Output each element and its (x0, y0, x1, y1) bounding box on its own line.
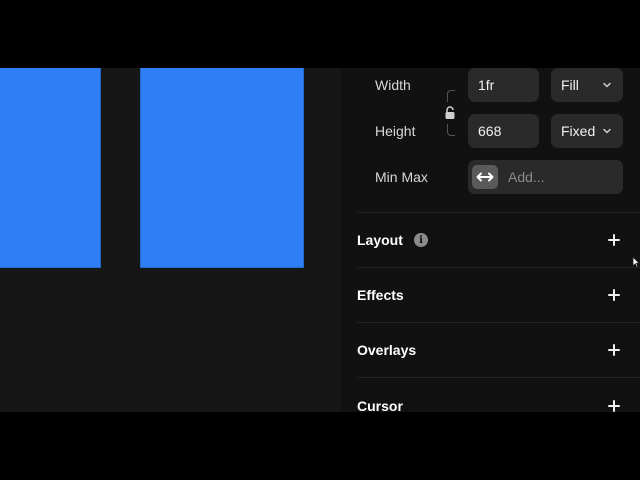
section-title-overlays: Overlays (357, 342, 417, 358)
section-title-cursor: Cursor (357, 398, 403, 412)
add-layout-plus-icon[interactable] (607, 233, 621, 247)
lock-icon[interactable] (444, 106, 456, 120)
height-value: 668 (478, 123, 502, 139)
section-overlays[interactable]: Overlays (341, 323, 640, 377)
canvas-frame-selected[interactable] (140, 68, 304, 268)
app-viewport: Width 1fr Fill Height 668 Fixed Min Max (0, 68, 640, 412)
letterbox-bottom (0, 412, 640, 480)
minmax-label: Min Max (375, 169, 428, 185)
width-input[interactable]: 1fr (468, 68, 539, 102)
add-overlays-plus-icon[interactable] (607, 343, 621, 357)
letterbox-top (0, 0, 640, 68)
canvas-frame-left[interactable] (0, 68, 101, 268)
height-label: Height (375, 123, 416, 139)
section-title-layout: Layout (357, 232, 403, 248)
chevron-down-icon (603, 128, 611, 134)
width-value: 1fr (478, 77, 495, 93)
section-title-effects: Effects (357, 287, 404, 303)
chevron-down-icon (603, 82, 611, 88)
properties-panel: Width 1fr Fill Height 668 Fixed Min Max (341, 68, 640, 412)
height-mode-value: Fixed (561, 123, 596, 139)
info-icon[interactable]: i (414, 233, 428, 247)
aspect-link-bottom (447, 124, 455, 136)
height-mode-select[interactable]: Fixed (551, 114, 623, 148)
add-cursor-plus-icon[interactable] (607, 399, 621, 412)
width-mode-value: Fill (561, 77, 579, 93)
minmax-field[interactable]: Add... (468, 160, 623, 194)
arrows-horizontal-icon (476, 172, 494, 182)
minmax-placeholder: Add... (508, 169, 545, 185)
aspect-link-top (447, 90, 455, 102)
section-cursor[interactable]: Cursor (341, 378, 640, 412)
section-layout[interactable]: Layout i (341, 213, 640, 267)
section-effects[interactable]: Effects (341, 268, 640, 322)
mouse-pointer-icon (632, 256, 640, 268)
design-canvas[interactable] (0, 68, 341, 412)
add-effects-plus-icon[interactable] (607, 288, 621, 302)
width-label: Width (375, 77, 411, 93)
minmax-add-button[interactable] (472, 165, 498, 189)
width-mode-select[interactable]: Fill (551, 68, 623, 102)
height-input[interactable]: 668 (468, 114, 539, 148)
